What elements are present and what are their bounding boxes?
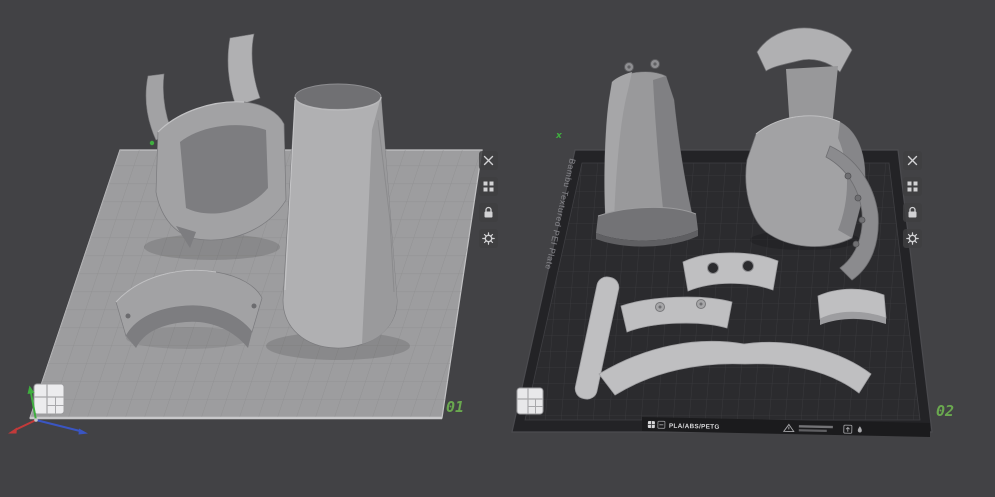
plate-index-label[interactable]: 01	[446, 398, 464, 416]
delete-plate-icon[interactable]	[479, 151, 498, 170]
bambu-logo-icon	[517, 388, 543, 414]
lock-plate-icon[interactable]	[903, 203, 922, 222]
icon-chip	[479, 229, 498, 248]
icon-chip	[903, 229, 922, 248]
rib-boss	[853, 241, 859, 247]
band-hole	[126, 314, 131, 319]
band-material-label: PLA/ABS/PETG	[669, 423, 720, 431]
plate-origin-marker	[150, 141, 154, 145]
viewport-3d[interactable]: 01	[0, 0, 995, 497]
boss-hole	[659, 306, 662, 309]
rib-boss	[845, 173, 851, 179]
icon-chip	[479, 177, 498, 196]
arrange-plate-icon[interactable]	[903, 177, 922, 196]
rib-boss	[859, 217, 865, 223]
bracket-hole	[708, 263, 719, 274]
screw-post-hole	[653, 62, 656, 65]
bambu-logo-icon	[34, 384, 64, 414]
rib-boss	[855, 195, 861, 201]
axis-origin	[34, 418, 38, 422]
screw-post-hole	[627, 65, 630, 68]
band-hole	[252, 304, 257, 309]
plate-origin-label: x	[555, 131, 563, 141]
logo-tile	[517, 388, 543, 414]
boss-hole	[700, 303, 703, 306]
plate-settings-icon[interactable]	[479, 229, 498, 248]
plate-index-label[interactable]: 02	[936, 402, 954, 420]
plate-settings-icon[interactable]	[903, 229, 922, 248]
arrange-plate-icon[interactable]	[479, 177, 498, 196]
icon-chip	[903, 177, 922, 196]
delete-plate-icon[interactable]	[903, 151, 922, 170]
lock-plate-icon[interactable]	[479, 203, 498, 222]
model-main-shin-guard[interactable]	[283, 84, 397, 348]
lock-body	[909, 212, 917, 218]
bracket-hole	[743, 261, 754, 272]
logo-tile	[34, 384, 64, 414]
lock-body	[485, 212, 493, 218]
